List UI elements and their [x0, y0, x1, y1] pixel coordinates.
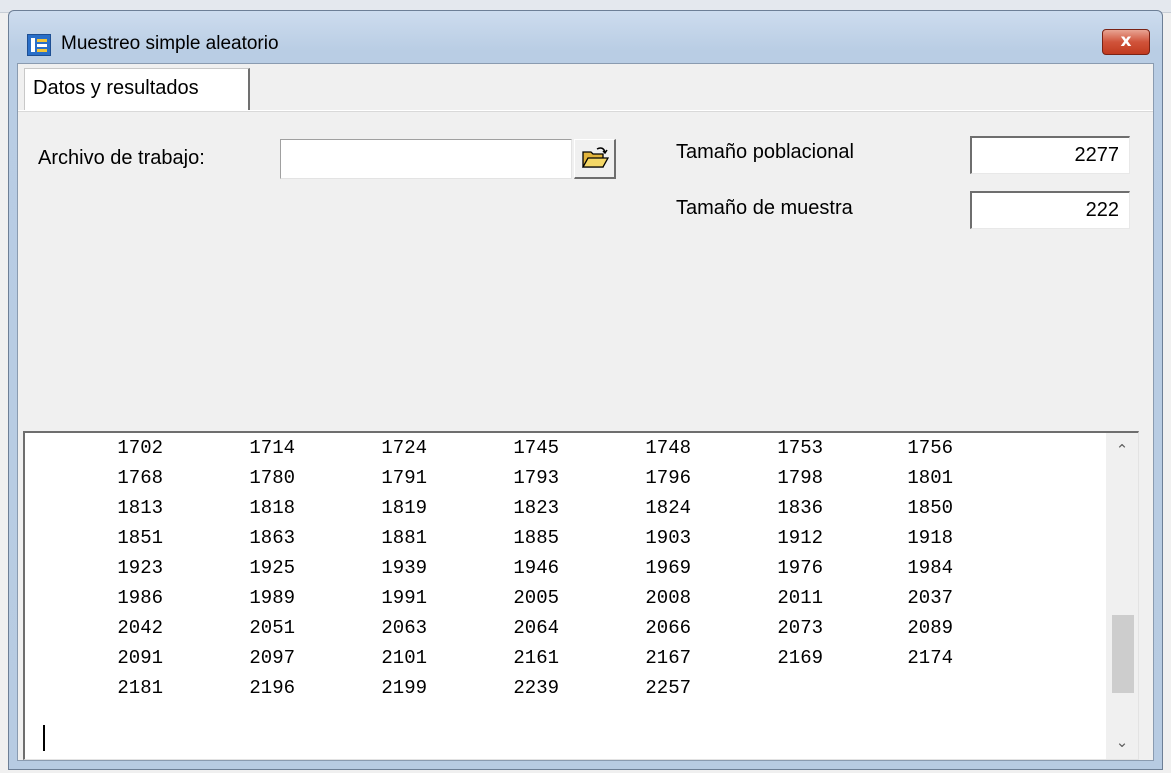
tab-strip: Datos y resultados	[18, 64, 1153, 110]
app-e-icon	[27, 34, 51, 56]
archivo-label: Archivo de trabajo:	[38, 147, 205, 169]
result-value: 1796	[645, 467, 691, 489]
result-value: 2051	[249, 617, 295, 639]
result-value: 1791	[381, 467, 427, 489]
result-value: 1976	[777, 557, 823, 579]
result-value: 2089	[907, 617, 953, 639]
result-value: 1745	[513, 437, 559, 459]
result-value: 1969	[645, 557, 691, 579]
result-value: 2097	[249, 647, 295, 669]
result-value: 2199	[381, 677, 427, 699]
muestra-label: Tamaño de muestra	[676, 197, 853, 219]
result-value: 1863	[249, 527, 295, 549]
result-value: 1818	[249, 497, 295, 519]
result-value: 1925	[249, 557, 295, 579]
result-value: 1801	[907, 467, 953, 489]
result-value: 2037	[907, 587, 953, 609]
result-value: 1918	[907, 527, 953, 549]
muestra-input[interactable]: 222	[970, 191, 1130, 229]
result-value: 1768	[117, 467, 163, 489]
result-value: 2091	[117, 647, 163, 669]
result-value: 2073	[777, 617, 823, 639]
result-value: 1851	[117, 527, 163, 549]
result-value: 1724	[381, 437, 427, 459]
result-value: 1946	[513, 557, 559, 579]
result-value: 2064	[513, 617, 559, 639]
result-value: 1793	[513, 467, 559, 489]
result-value: 1819	[381, 497, 427, 519]
result-value: 1989	[249, 587, 295, 609]
result-value: 2239	[513, 677, 559, 699]
result-value: 2174	[907, 647, 953, 669]
result-value: 1823	[513, 497, 559, 519]
result-value: 1756	[907, 437, 953, 459]
result-value: 2161	[513, 647, 559, 669]
result-value: 1939	[381, 557, 427, 579]
result-value: 1780	[249, 467, 295, 489]
result-value: 1986	[117, 587, 163, 609]
result-value: 2011	[777, 587, 823, 609]
result-value: 2167	[645, 647, 691, 669]
result-value: 2042	[117, 617, 163, 639]
result-value: 2181	[117, 677, 163, 699]
result-value: 2066	[645, 617, 691, 639]
result-value: 1813	[117, 497, 163, 519]
close-button[interactable]: x	[1102, 29, 1150, 55]
result-value: 1984	[907, 557, 953, 579]
tab-datos-y-resultados[interactable]: Datos y resultados	[24, 68, 250, 110]
result-value: 1912	[777, 527, 823, 549]
poblacional-input[interactable]: 2277	[970, 136, 1130, 174]
result-value: 1991	[381, 587, 427, 609]
poblacional-label: Tamaño poblacional	[676, 141, 854, 163]
text-caret	[43, 725, 45, 751]
result-value: 1798	[777, 467, 823, 489]
result-value: 1903	[645, 527, 691, 549]
result-value: 1753	[777, 437, 823, 459]
result-value: 1748	[645, 437, 691, 459]
result-value: 1824	[645, 497, 691, 519]
result-value: 1702	[117, 437, 163, 459]
result-value: 2257	[645, 677, 691, 699]
result-value: 1714	[249, 437, 295, 459]
result-value: 2005	[513, 587, 559, 609]
result-value: 1923	[117, 557, 163, 579]
result-value: 1885	[513, 527, 559, 549]
result-value: 2101	[381, 647, 427, 669]
dialog-window: Muestreo simple aleatorio x Datos y resu…	[8, 10, 1163, 770]
result-value: 2063	[381, 617, 427, 639]
result-value: 2008	[645, 587, 691, 609]
result-value: 1881	[381, 527, 427, 549]
result-value: 1836	[777, 497, 823, 519]
results-textarea[interactable]: 1702 1714 1724 1745 1748 1753 1756 1768 1780 1791…	[23, 431, 1139, 760]
result-value: 2169	[777, 647, 823, 669]
vertical-scrollbar[interactable]: ⌃ ⌄	[1106, 433, 1138, 759]
open-file-button[interactable]	[574, 139, 616, 179]
result-value: 1850	[907, 497, 953, 519]
result-value: 2196	[249, 677, 295, 699]
chevron-up-icon[interactable]: ⌃	[1106, 433, 1138, 467]
archivo-input[interactable]	[280, 139, 572, 179]
window-title: Muestreo simple aleatorio	[61, 33, 279, 54]
open-folder-icon	[581, 147, 609, 168]
title-bar[interactable]: Muestreo simple aleatorio x	[9, 11, 1162, 56]
chevron-down-icon[interactable]: ⌄	[1106, 725, 1138, 759]
scrollbar-thumb[interactable]	[1112, 614, 1134, 693]
